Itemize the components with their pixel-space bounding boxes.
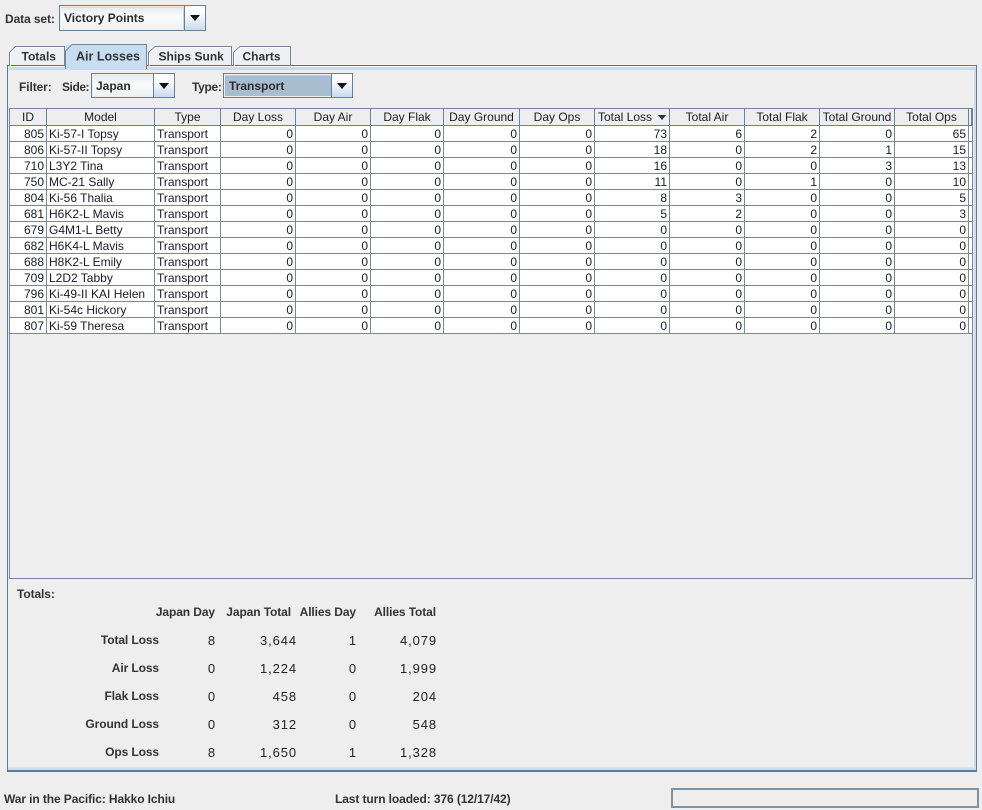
svg-text:Air Losses: Air Losses [76,50,140,64]
svg-text:Ships Sunk: Ships Sunk [159,50,225,64]
svg-text:Charts: Charts [243,50,281,64]
svg-text:Totals: Totals [22,50,57,64]
